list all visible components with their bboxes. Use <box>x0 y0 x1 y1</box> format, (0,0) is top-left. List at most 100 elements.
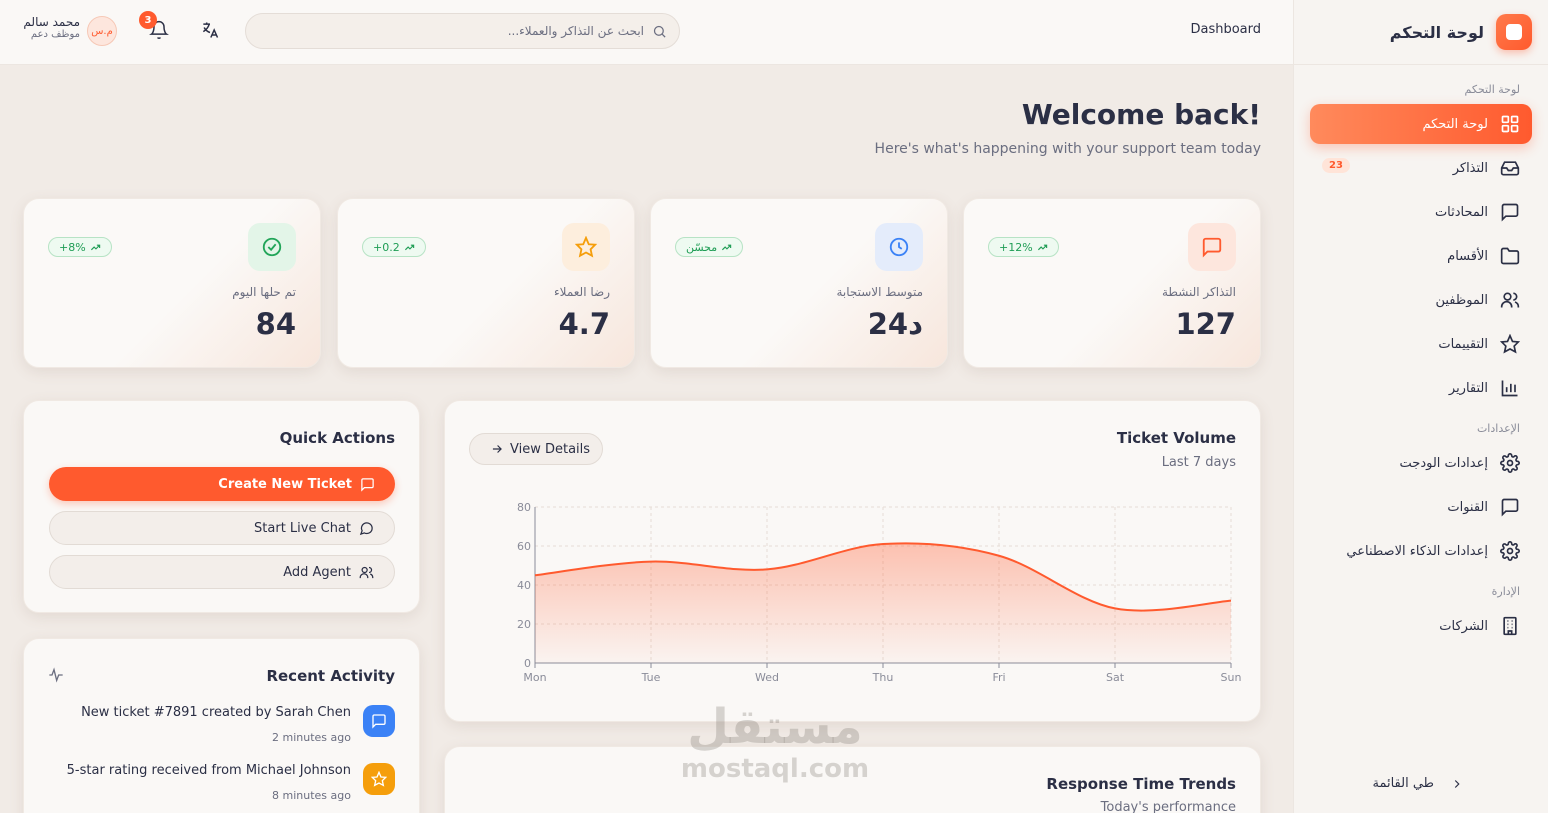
user-info[interactable]: محمد سالم موظف دعم <box>16 15 80 40</box>
search-input[interactable] <box>284 24 644 38</box>
y-tick-label: 60 <box>517 540 531 553</box>
sidebar-item-label: إعدادات الودجت <box>1399 455 1488 471</box>
data-point <box>765 567 769 571</box>
trend-badge: محسّن <box>675 237 744 257</box>
data-point <box>1229 599 1233 603</box>
section-label-settings: الإعدادات <box>1476 422 1520 435</box>
check-circle-icon <box>248 223 296 271</box>
trend-value: محسّن <box>686 240 718 254</box>
activity-time: 2 minutes ago <box>272 731 351 744</box>
sidebar-item-label: القنوات <box>1447 499 1488 515</box>
x-tick-label: Sun <box>1221 671 1242 684</box>
trend-value: +0.2 <box>373 240 400 254</box>
stat-label: تم حلها اليوم <box>232 285 296 299</box>
gear-icon <box>1500 453 1520 473</box>
building-icon <box>1503 616 1517 636</box>
create-ticket-button[interactable]: Create New Ticket <box>49 467 395 501</box>
sidebar-item-label: التقييمات <box>1438 336 1488 352</box>
sidebar-item-dashboard[interactable]: لوحة التحكم <box>1310 104 1532 144</box>
trend-up-icon <box>1037 244 1047 250</box>
data-point <box>997 554 1001 558</box>
stat-card-satisfaction[interactable]: +0.2 رضا العملاء 4.7 <box>337 198 635 368</box>
brand-logo-icon <box>1496 14 1532 50</box>
x-tick-label: Fri <box>992 671 1005 684</box>
stat-value: 127 <box>1175 307 1236 341</box>
x-tick-label: Tue <box>641 671 661 684</box>
stat-card-avg-response[interactable]: محسّن متوسط الاستجابة 24د <box>650 198 948 368</box>
collapse-sidebar-button[interactable]: طي القائمة <box>1372 776 1464 791</box>
view-details-label: View Details <box>510 441 591 457</box>
y-tick-label: 0 <box>524 657 531 670</box>
stat-label: التذاكر النشطة <box>1162 285 1236 299</box>
grid-icon <box>1501 115 1519 133</box>
page-title: Welcome back! <box>1021 98 1261 131</box>
tickets-count-badge: 23 <box>1322 158 1350 173</box>
quick-actions-panel: Quick Actions Create New Ticket Start Li… <box>23 400 420 613</box>
folder-icon <box>1500 247 1520 265</box>
sidebar-item-label: الشركات <box>1439 618 1488 634</box>
sidebar-item-ratings[interactable]: التقييمات <box>1310 324 1532 364</box>
brand[interactable]: لوحة التحكم <box>1294 0 1548 65</box>
add-agent-button[interactable]: Add Agent <box>49 555 395 589</box>
sidebar-item-label: لوحة التحكم <box>1422 116 1488 132</box>
user-name: محمد سالم <box>23 15 80 29</box>
breadcrumb[interactable]: Dashboard <box>1190 22 1261 37</box>
y-tick-label: 40 <box>517 579 531 592</box>
sidebar-item-conversations[interactable]: المحادثات <box>1310 192 1532 232</box>
chat-bubble-icon <box>359 521 373 535</box>
welcome-section: Welcome back! Here's what's happening wi… <box>875 98 1261 157</box>
data-point <box>533 573 537 577</box>
activity-text: 5-star rating received from Michael John… <box>66 763 351 778</box>
search-icon <box>653 25 666 38</box>
sidebar-item-departments[interactable]: الأقسام <box>1310 236 1532 276</box>
translate-icon[interactable] <box>200 20 220 40</box>
stat-label: متوسط الاستجابة <box>836 285 923 299</box>
x-tick-label: Sat <box>1106 671 1125 684</box>
trend-up-icon <box>404 244 414 250</box>
recent-activity-title: Recent Activity <box>266 667 395 685</box>
stat-card-active-tickets[interactable]: +12% التذاكر النشطة 127 <box>963 198 1261 368</box>
sidebar-item-label: التقارير <box>1448 380 1488 396</box>
sidebar-item-tickets[interactable]: 23 التذاكر <box>1310 148 1532 188</box>
response-trends-panel: Response Time Trends Today's performance <box>444 746 1261 813</box>
sidebar-item-label: المحادثات <box>1434 204 1488 220</box>
message-icon <box>361 477 374 492</box>
start-live-chat-button[interactable]: Start Live Chat <box>49 511 395 545</box>
sidebar-item-label: الأقسام <box>1447 248 1488 264</box>
users-icon <box>359 566 374 578</box>
trend-value: +12% <box>999 240 1033 254</box>
section-label-admin: الإدارة <box>1491 585 1520 598</box>
search-box[interactable] <box>245 13 680 49</box>
start-chat-label: Start Live Chat <box>254 520 351 536</box>
x-tick-label: Thu <box>872 671 894 684</box>
quick-actions-title: Quick Actions <box>279 429 395 447</box>
sidebar-item-ai-settings[interactable]: إعدادات الذكاء الاصطناعي <box>1310 531 1532 571</box>
sidebar-item-employees[interactable]: الموظفين <box>1310 280 1532 320</box>
sidebar-item-companies[interactable]: الشركات <box>1310 606 1532 646</box>
star-icon <box>1500 334 1520 354</box>
activity-time: 8 minutes ago <box>272 789 351 802</box>
ticket-volume-subtitle: Last 7 days <box>1161 455 1236 470</box>
stat-value: 84 <box>255 307 296 341</box>
view-details-button[interactable]: View Details <box>469 433 604 465</box>
x-tick-label: Wed <box>755 671 779 684</box>
sidebar: لوحة التحكم لوحة التحكم لوحة التحكم 23 ا… <box>1293 0 1548 813</box>
sidebar-item-channels[interactable]: القنوات <box>1310 487 1532 527</box>
sidebar-item-label: إعدادات الذكاء الاصطناعي <box>1346 543 1488 559</box>
ticket-volume-title: Ticket Volume <box>1116 429 1236 447</box>
data-point <box>649 560 653 564</box>
stat-card-resolved-today[interactable]: +8% تم حلها اليوم 84 <box>23 198 321 368</box>
trend-value: +8% <box>59 240 86 254</box>
inbox-icon <box>1500 161 1520 176</box>
sidebar-item-widget-settings[interactable]: إعدادات الودجت <box>1310 443 1532 483</box>
data-point <box>1113 606 1117 610</box>
arrow-right-icon <box>492 445 502 453</box>
sidebar-item-reports[interactable]: التقارير <box>1310 368 1532 408</box>
collapse-label: طي القائمة <box>1372 776 1434 791</box>
add-agent-label: Add Agent <box>283 564 351 580</box>
trend-badge: +8% <box>48 237 112 257</box>
avatar[interactable]: م.س <box>87 16 117 46</box>
create-ticket-label: Create New Ticket <box>218 476 352 492</box>
message-icon <box>1188 223 1236 271</box>
sidebar-item-label: الموظفين <box>1435 292 1488 308</box>
